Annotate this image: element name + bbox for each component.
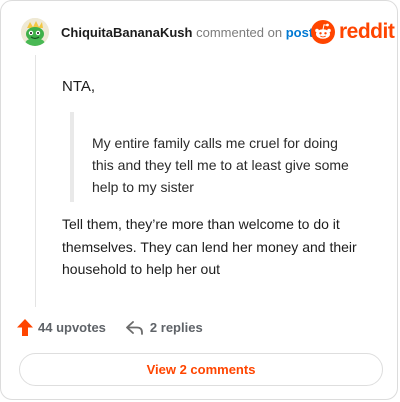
user-avatar-icon <box>21 18 49 46</box>
view-comments-button[interactable]: View 2 comments <box>19 353 383 386</box>
comment-card: ChiquitaBananaKush commented on post red… <box>0 0 398 400</box>
comment-body: Tell them, they’re more than welcome to … <box>62 216 357 277</box>
action-text: commented on <box>196 25 283 40</box>
reddit-logo-icon <box>311 20 335 44</box>
upvote-count: 44 upvotes <box>38 320 106 335</box>
username-link[interactable]: ChiquitaBananaKush <box>61 25 192 40</box>
avatar[interactable] <box>21 18 49 46</box>
thread-line[interactable] <box>35 55 36 307</box>
quote-text: My entire family calls me cruel for doin… <box>92 135 349 195</box>
reply-arrow-icon <box>126 320 143 335</box>
post-link[interactable]: post <box>286 25 313 40</box>
comment-footer: 44 upvotes 2 replies <box>17 319 203 336</box>
replies-button[interactable]: 2 replies <box>126 320 203 335</box>
reddit-logo[interactable]: reddit <box>311 20 395 44</box>
comment-header: ChiquitaBananaKush commented on post <box>61 25 313 40</box>
reply-count: 2 replies <box>149 320 203 335</box>
comment-opening: NTA, <box>62 78 96 95</box>
upvote-button[interactable]: 44 upvotes <box>17 319 106 336</box>
reddit-logo-text: reddit <box>339 20 395 43</box>
upvote-arrow-icon <box>17 319 33 336</box>
quote-block: My entire family calls me cruel for doin… <box>70 112 362 202</box>
